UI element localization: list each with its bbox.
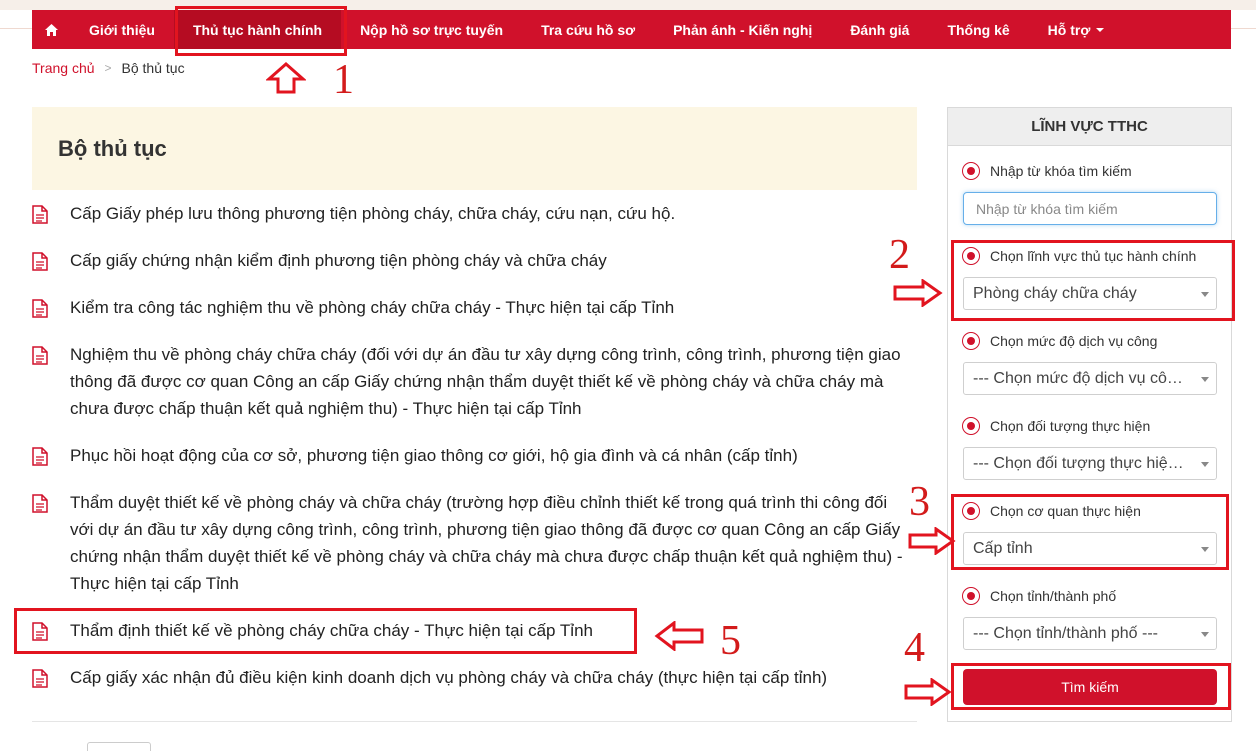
chevron-down-icon <box>1201 377 1209 382</box>
radio-icon[interactable] <box>962 162 980 180</box>
annotation-number-3: 3 <box>909 479 930 525</box>
nav-item-tra-cuu[interactable]: Tra cứu hồ sơ <box>522 10 654 49</box>
filter-sidebar: LĨNH VỰC TTHC Nhập từ khóa tìm kiếm Chọn… <box>947 107 1232 722</box>
nav-item-ho-tro-label: Hỗ trợ <box>1047 21 1091 38</box>
procedure-link[interactable]: Cấp giấy xác nhận đủ điều kiện kinh doan… <box>70 664 912 696</box>
radio-province[interactable]: Chọn tỉnh/thành phố <box>962 587 1116 605</box>
procedure-link[interactable]: Nghiệm thu về phòng cháy chữa cháy (đối … <box>70 341 912 422</box>
procedure-link[interactable]: Kiểm tra công tác nghiệm thu về phòng ch… <box>70 294 912 326</box>
document-icon <box>32 200 70 232</box>
highlight-box-2 <box>951 240 1235 321</box>
document-icon <box>32 294 70 326</box>
highlight-box-5 <box>14 608 637 654</box>
document-icon <box>32 442 70 474</box>
document-icon <box>32 664 70 696</box>
nav-item-ho-tro[interactable]: Hỗ trợ <box>1029 10 1124 49</box>
radio-icon[interactable] <box>962 417 980 435</box>
radio-icon[interactable] <box>962 587 980 605</box>
annotation-number-4: 4 <box>904 625 925 671</box>
pagination-control[interactable] <box>87 742 151 751</box>
radio-service-level[interactable]: Chọn mức độ dịch vụ công <box>962 332 1157 350</box>
province-select-value: --- Chọn tỉnh/thành phố --- <box>973 624 1158 642</box>
sidebar-title: LĨNH VỰC TTHC <box>948 108 1231 146</box>
procedure-item[interactable]: Thẩm duyệt thiết kế về phòng cháy và chữ… <box>32 489 912 597</box>
target-select[interactable]: --- Chọn đối tượng thực hiện --- <box>963 447 1217 480</box>
procedure-item[interactable]: Kiểm tra công tác nghiệm thu về phòng ch… <box>32 294 912 326</box>
keyword-search-input[interactable] <box>963 192 1217 225</box>
procedure-item[interactable]: Cấp Giấy phép lưu thông phương tiện phòn… <box>32 200 912 232</box>
document-icon <box>32 489 70 597</box>
annotation-number-5: 5 <box>720 618 741 664</box>
page-title-box: Bộ thủ tục <box>32 107 917 190</box>
document-icon <box>32 247 70 279</box>
radio-target-label: Chọn đối tượng thực hiện <box>990 418 1151 434</box>
breadcrumb-home-link[interactable]: Trang chủ <box>32 60 95 76</box>
nav-item-phan-anh[interactable]: Phản ánh - Kiến nghị <box>654 10 831 49</box>
province-select[interactable]: --- Chọn tỉnh/thành phố --- <box>963 617 1217 650</box>
radio-service-level-label: Chọn mức độ dịch vụ công <box>990 333 1158 349</box>
highlight-box-3 <box>951 494 1229 570</box>
chevron-down-icon <box>1201 462 1209 467</box>
home-icon <box>44 23 58 36</box>
procedure-link[interactable]: Thẩm duyệt thiết kế về phòng cháy và chữ… <box>70 489 912 597</box>
breadcrumb-current: Bộ thủ tục <box>121 60 185 76</box>
procedure-link[interactable]: Cấp Giấy phép lưu thông phương tiện phòn… <box>70 200 912 232</box>
nav-home-button[interactable] <box>32 10 70 49</box>
annotation-number-2: 2 <box>889 232 910 278</box>
service-level-select[interactable]: --- Chọn mức độ dịch vụ công --- <box>963 362 1217 395</box>
arrow-right-icon <box>908 527 956 555</box>
breadcrumb-separator: > <box>104 61 112 75</box>
chevron-down-icon <box>1096 27 1105 32</box>
procedure-item[interactable]: Phục hồi hoạt động của cơ sở, phương tiệ… <box>32 442 912 474</box>
nav-item-gioi-thieu[interactable]: Giới thiệu <box>70 10 174 49</box>
chevron-down-icon <box>1201 632 1209 637</box>
procedure-link[interactable]: Cấp giấy chứng nhận kiểm định phương tiệ… <box>70 247 912 279</box>
procedure-item[interactable]: Nghiệm thu về phòng cháy chữa cháy (đối … <box>32 341 912 422</box>
radio-icon[interactable] <box>962 332 980 350</box>
arrow-left-icon <box>654 621 704 651</box>
procedure-item[interactable]: Cấp giấy chứng nhận kiểm định phương tiệ… <box>32 247 912 279</box>
nav-item-nop-ho-so[interactable]: Nộp hồ sơ trực tuyến <box>341 10 522 49</box>
arrow-right-icon <box>904 678 952 706</box>
list-divider <box>32 721 917 722</box>
radio-province-label: Chọn tỉnh/thành phố <box>990 588 1117 604</box>
document-icon <box>32 341 70 422</box>
procedure-link[interactable]: Phục hồi hoạt động của cơ sở, phương tiệ… <box>70 442 912 474</box>
highlight-box-1 <box>175 6 347 56</box>
annotation-number-1: 1 <box>333 57 354 103</box>
arrow-up-icon <box>266 62 306 94</box>
page-title: Bộ thủ tục <box>58 135 167 161</box>
target-select-value: --- Chọn đối tượng thực hiện --- <box>973 454 1190 472</box>
radio-keyword[interactable]: Nhập từ khóa tìm kiếm <box>962 162 1132 180</box>
nav-item-thong-ke[interactable]: Thống kê <box>928 10 1028 49</box>
service-level-select-value: --- Chọn mức độ dịch vụ công --- <box>973 369 1190 387</box>
nav-item-danh-gia[interactable]: Đánh giá <box>831 10 928 49</box>
radio-target[interactable]: Chọn đối tượng thực hiện <box>962 417 1150 435</box>
arrow-right-icon <box>893 279 943 307</box>
procedure-item[interactable]: Cấp giấy xác nhận đủ điều kiện kinh doan… <box>32 664 912 696</box>
radio-keyword-label: Nhập từ khóa tìm kiếm <box>990 163 1132 179</box>
breadcrumb: Trang chủ > Bộ thủ tục <box>32 60 185 76</box>
highlight-box-4 <box>951 663 1231 710</box>
